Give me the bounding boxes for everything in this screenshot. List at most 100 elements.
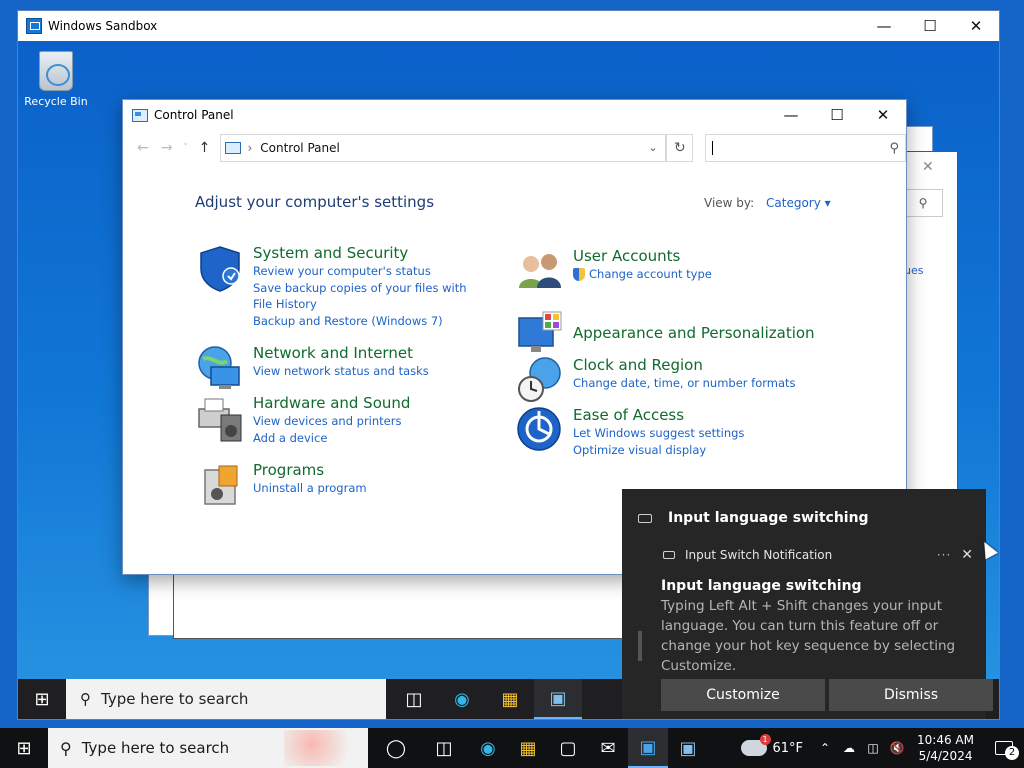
category-title[interactable]: User Accounts <box>573 246 712 266</box>
shield-icon <box>200 246 240 292</box>
dismiss-button[interactable]: Dismiss <box>829 679 993 711</box>
cp-maximize-button[interactable]: ☐ <box>814 100 860 130</box>
category-hardware-sound: Hardware and Sound View devices and prin… <box>195 393 410 446</box>
cp-minimize-button[interactable]: — <box>768 100 814 130</box>
recycle-bin[interactable]: Recycle Bin <box>24 51 88 108</box>
view-by-label: View by: <box>704 196 755 210</box>
start-windows-icon[interactable]: ⊞ <box>18 679 66 719</box>
file-explorer-icon[interactable]: ▦ <box>486 679 534 719</box>
store-icon[interactable]: ▢ <box>548 728 588 768</box>
category-link[interactable]: Save backup copies of your files with Fi… <box>253 280 473 313</box>
category-ease-of-access: Ease of Access Let Windows suggest setti… <box>515 405 744 458</box>
category-link[interactable]: Add a device <box>253 430 410 447</box>
volume-muted-icon[interactable]: 🔇 <box>887 741 907 755</box>
network-icon[interactable]: ◫ <box>863 741 883 755</box>
category-link[interactable]: View devices and printers <box>253 413 410 430</box>
category-link[interactable]: Optimize visual display <box>573 442 744 459</box>
category-title[interactable]: Clock and Region <box>573 355 796 375</box>
sandbox-window: Windows Sandbox — ☐ ✕ Recycle Bin ✕ ⚲ ue… <box>17 10 1000 720</box>
background-close-icon[interactable]: ✕ <box>922 159 934 175</box>
category-network-internet: Network and Internet View network status… <box>195 343 429 393</box>
address-dropdown-icon[interactable]: ⌄ <box>640 135 667 161</box>
edge-icon[interactable]: ◉ <box>468 728 508 768</box>
navigation-bar: ← → ˅ ↑ › Control Panel ⌄ ↻ ⚲ <box>123 130 906 166</box>
cp-close-button[interactable]: ✕ <box>860 100 906 130</box>
recycle-bin-icon <box>39 51 73 91</box>
sandbox-title: Windows Sandbox <box>48 19 158 33</box>
weather-cloud-icon: 1 <box>740 734 771 756</box>
view-by: View by: Category ▾ <box>704 196 831 210</box>
control-panel-search-input[interactable]: ⚲ <box>705 134 906 162</box>
close-button[interactable]: ✕ <box>953 11 999 41</box>
guest-desktop: Recycle Bin ✕ ⚲ ues Control Panel — ☐ ✕ … <box>18 41 999 719</box>
category-link[interactable]: Change account type <box>573 266 712 283</box>
address-bar[interactable]: › Control Panel ⌄ <box>220 134 668 162</box>
edge-icon[interactable]: ◉ <box>438 679 486 719</box>
keyboard-small-icon <box>663 551 675 559</box>
toast-close-icon[interactable]: ✕ <box>961 547 973 563</box>
sandbox-taskbar-icon[interactable]: ▣ <box>628 728 668 768</box>
category-system-security: System and Security Review your computer… <box>195 243 473 329</box>
host-taskbar: ⊞ ⚲ Type here to search ◯ ◫ ◉ ▦ ▢ ✉ ▣ ▣ … <box>0 728 1024 768</box>
toast-body: Typing Left Alt + Shift changes your inp… <box>661 598 956 674</box>
file-explorer-icon[interactable]: ▦ <box>508 728 548 768</box>
programs-box-icon <box>204 465 238 505</box>
weather-badge: 1 <box>759 734 771 745</box>
background-search-icon[interactable]: ⚲ <box>903 189 943 217</box>
sandbox-app-icon <box>26 18 42 34</box>
ease-of-access-icon <box>517 407 561 451</box>
back-arrow-icon[interactable]: ← <box>131 140 155 156</box>
task-view-icon[interactable]: ◫ <box>420 728 468 768</box>
action-center-button[interactable]: 2 <box>984 728 1024 768</box>
refresh-icon[interactable]: ↻ <box>667 134 694 162</box>
category-title[interactable]: Programs <box>253 460 367 480</box>
guest-search-box[interactable]: ⚲ Type here to search <box>66 679 386 719</box>
recycle-bin-label: Recycle Bin <box>24 95 88 108</box>
category-title[interactable]: Network and Internet <box>253 343 429 363</box>
notification-group-header: Input language switching <box>622 489 986 547</box>
host-search-box[interactable]: ⚲ Type here to search <box>48 728 368 768</box>
control-panel-titlebar[interactable]: Control Panel — ☐ ✕ <box>123 100 906 130</box>
control-panel-taskbar-icon[interactable]: ▣ <box>668 728 708 768</box>
host-search-placeholder: Type here to search <box>81 739 230 757</box>
breadcrumb-control-panel[interactable]: Control Panel <box>260 141 340 155</box>
task-view-icon[interactable]: ◫ <box>390 679 438 719</box>
chevron-up-icon[interactable]: ⌃ <box>815 741 835 755</box>
host-start-icon[interactable]: ⊞ <box>0 728 48 768</box>
flyout-scrollbar[interactable] <box>638 631 642 661</box>
category-link[interactable]: Backup and Restore (Windows 7) <box>253 313 473 330</box>
category-title[interactable]: Hardware and Sound <box>253 393 410 413</box>
search-icon: ⚲ <box>60 738 72 758</box>
system-tray: 1 61°F ⌃ ☁ ◫ 🔇 10:46 AM 5/4/2024 2 <box>740 728 1024 768</box>
forward-arrow-icon[interactable]: → <box>155 140 179 156</box>
weather-widget[interactable]: 1 61°F <box>740 734 803 756</box>
more-options-icon[interactable]: ··· <box>937 548 951 562</box>
category-title[interactable]: Ease of Access <box>573 405 744 425</box>
toast-actions: Customize Dismiss <box>661 679 993 711</box>
mail-icon[interactable]: ✉ <box>588 728 628 768</box>
cortana-icon[interactable]: ◯ <box>372 728 420 768</box>
customize-button[interactable]: Customize <box>661 679 825 711</box>
minimize-button[interactable]: — <box>861 11 907 41</box>
control-panel-taskbar-icon[interactable]: ▣ <box>534 679 582 719</box>
onedrive-icon[interactable]: ☁ <box>839 741 859 755</box>
category-link[interactable]: Uninstall a program <box>253 480 367 497</box>
address-cp-icon <box>225 142 242 154</box>
clock-time: 10:46 AM <box>917 733 974 747</box>
notification-toast[interactable]: Input Switch Notification ··· ✕ Input la… <box>643 543 993 719</box>
view-by-dropdown[interactable]: Category ▾ <box>766 196 831 210</box>
category-title[interactable]: System and Security <box>253 243 473 263</box>
search-icon[interactable]: ⚲ <box>889 141 899 156</box>
category-link[interactable]: Review your computer's status <box>253 263 473 280</box>
category-title[interactable]: Appearance and Personalization <box>573 323 815 343</box>
category-link[interactable]: View network status and tasks <box>253 363 429 380</box>
up-arrow-icon[interactable]: ↑ <box>193 140 217 156</box>
clock[interactable]: 10:46 AM 5/4/2024 <box>917 732 974 764</box>
breadcrumb-chevron-icon[interactable]: › <box>247 141 252 155</box>
monitor-palette-icon <box>518 311 562 352</box>
category-link[interactable]: Change date, time, or number formats <box>573 375 796 392</box>
recent-dropdown-icon[interactable]: ˅ <box>179 143 193 153</box>
sandbox-titlebar[interactable]: Windows Sandbox — ☐ ✕ <box>18 11 999 41</box>
maximize-button[interactable]: ☐ <box>907 11 953 41</box>
category-link[interactable]: Let Windows suggest settings <box>573 425 744 442</box>
